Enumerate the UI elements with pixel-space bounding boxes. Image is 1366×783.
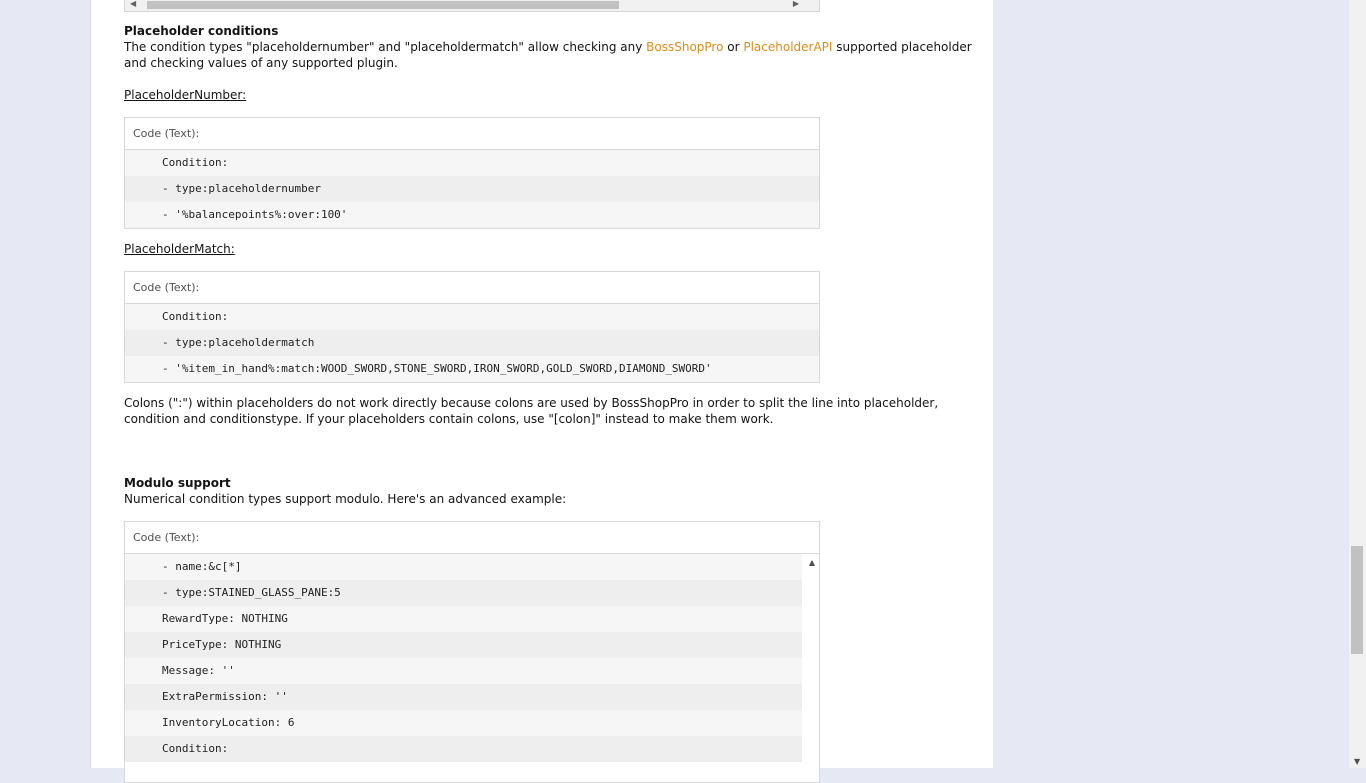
code-line: - '%balancepoints%:over:100': [125, 202, 819, 228]
right-gutter: [977, 0, 993, 768]
intro-text-1: The condition types "placeholdernumber" …: [124, 40, 647, 54]
scroll-left-icon[interactable]: ◀: [130, 0, 136, 8]
code-line: InventoryLocation: 6: [125, 710, 802, 736]
code-line: - type:placeholdernumber: [125, 176, 819, 202]
scroll-right-icon[interactable]: ▶: [793, 0, 799, 8]
code-header: Code (Text):: [125, 272, 819, 304]
placeholder-intro-line1: The condition types "placeholdernumber" …: [124, 39, 972, 55]
colon-note-line2: condition and conditionstype. If your pl…: [124, 412, 774, 426]
placeholder-conditions-title: Placeholder conditions: [124, 24, 279, 38]
code-vertical-scrollbar[interactable]: [802, 554, 819, 782]
scroll-thumb[interactable]: [147, 1, 619, 9]
intro-text-2: or: [723, 40, 744, 54]
code-block-placeholdermatch: Code (Text): Condition: - type:placehold…: [124, 271, 820, 383]
placeholder-match-label: PlaceholderMatch:: [124, 242, 235, 256]
page-scrollbar[interactable]: ▼: [1349, 0, 1366, 768]
placeholder-intro-line2: and checking values of any supported plu…: [124, 56, 398, 70]
modulo-support-title: Modulo support: [124, 476, 231, 490]
code-block-placeholdernumber: Code (Text): Condition: - type:placehold…: [124, 117, 820, 229]
code-header: Code (Text):: [125, 522, 819, 554]
code-line: Condition:: [125, 304, 819, 330]
code-line: Message: '': [125, 658, 802, 684]
triangle-up-icon[interactable]: ▲: [809, 558, 815, 567]
colon-note-line1: Colons (":") within placeholders do not …: [124, 396, 939, 410]
code-header: Code (Text):: [125, 118, 819, 150]
code-line: Condition:: [125, 736, 802, 762]
code-line: Condition:: [125, 150, 819, 176]
page-scroll-thumb[interactable]: [1351, 546, 1363, 654]
triangle-down-icon[interactable]: ▼: [1354, 757, 1360, 766]
modulo-intro: Numerical condition types support modulo…: [124, 492, 567, 506]
code-line: - type:STAINED_GLASS_PANE:5: [125, 580, 802, 606]
intro-text-3: supported placeholder: [832, 40, 972, 54]
code-line: PriceType: NOTHING: [125, 632, 802, 658]
placeholder-number-label: PlaceholderNumber:: [124, 88, 247, 102]
code-line: - name:&c[*]: [125, 554, 802, 580]
code-block-modulo[interactable]: Code (Text): - name:&c[*] - type:STAINED…: [124, 521, 820, 783]
code-line: ExtraPermission: '': [125, 684, 802, 710]
code-line: - type:placeholdermatch: [125, 330, 819, 356]
placeholderapi-link[interactable]: PlaceholderAPI: [743, 40, 832, 54]
bossshoppro-link[interactable]: BossShopPro: [646, 40, 723, 54]
code-line: - '%item_in_hand%:match:WOOD_SWORD,STONE…: [125, 356, 819, 382]
previous-code-scrollbar[interactable]: ◀ ▶: [124, 0, 820, 12]
code-line: RewardType: NOTHING: [125, 606, 802, 632]
